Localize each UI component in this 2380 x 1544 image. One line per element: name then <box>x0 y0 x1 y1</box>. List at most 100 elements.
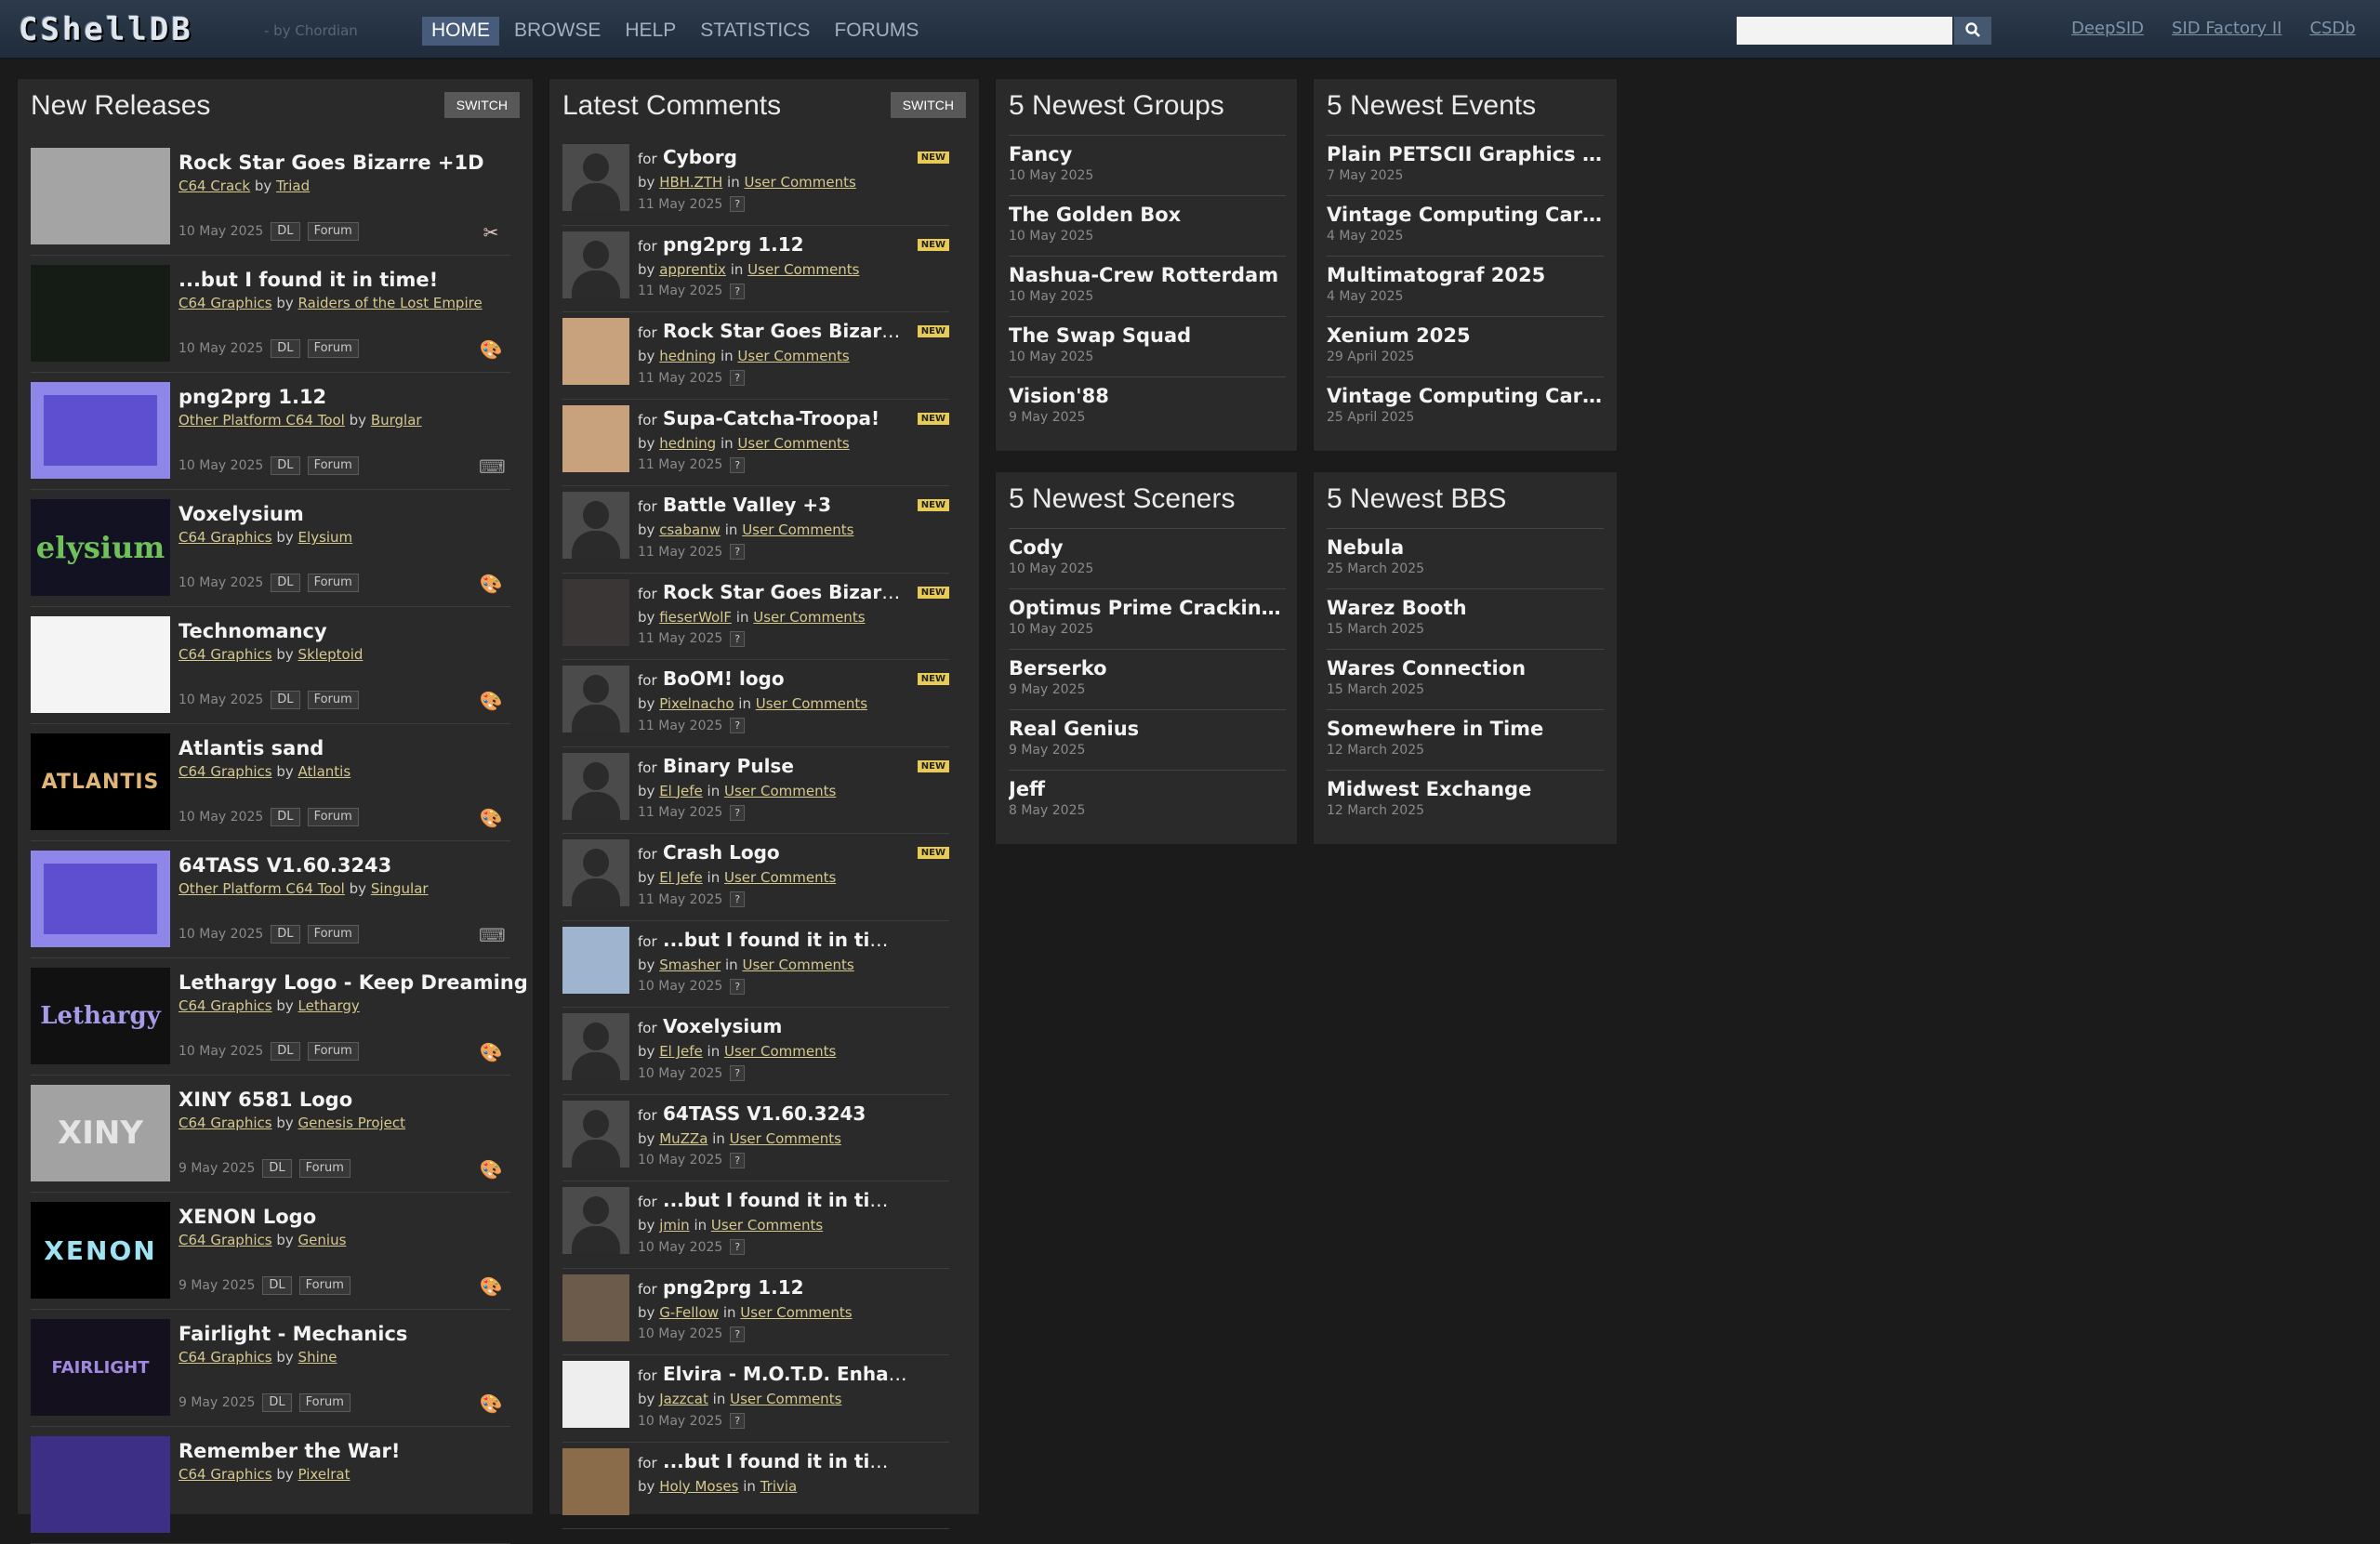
release-thumbnail[interactable]: Lethargy <box>31 968 170 1064</box>
release-category-link[interactable]: C64 Graphics <box>178 1349 272 1366</box>
release-thumbnail[interactable]: elysium <box>31 499 170 596</box>
help-button[interactable]: ? <box>730 283 746 299</box>
comment-user-link[interactable]: El Jefe <box>659 1043 703 1060</box>
release-group-link[interactable]: Raiders of the Lost Empire <box>298 295 483 311</box>
release-title[interactable]: 64TASS V1.60.3243 <box>178 854 391 877</box>
release-thumbnail[interactable] <box>31 1436 170 1533</box>
comment-source-link[interactable]: User Comments <box>742 957 853 973</box>
release-group-link[interactable]: Skleptoid <box>298 646 364 663</box>
link-deepsid[interactable]: DeepSID <box>2071 19 2144 38</box>
help-button[interactable]: ? <box>730 196 746 212</box>
release-category-link[interactable]: C64 Crack <box>178 178 250 194</box>
comment-user-link[interactable]: El Jefe <box>659 869 703 886</box>
comment-target-link[interactable]: png2prg 1.12 <box>663 233 804 256</box>
comment-user-link[interactable]: El Jefe <box>659 783 703 799</box>
comment-source-link[interactable]: User Comments <box>737 348 849 364</box>
item-name-link[interactable]: Vintage Computing Carint... <box>1327 385 1604 407</box>
comment-user-link[interactable]: HBH.ZTH <box>659 174 722 191</box>
item-name-link[interactable]: Optimus Prime Crackings <box>1009 597 1286 619</box>
release-thumbnail[interactable]: XENON <box>31 1202 170 1299</box>
avatar[interactable] <box>562 231 629 298</box>
help-button[interactable]: ? <box>730 978 746 995</box>
release-category-link[interactable]: C64 Graphics <box>178 646 272 663</box>
link-csdb[interactable]: CSDb <box>2309 19 2355 38</box>
comment-source-link[interactable]: User Comments <box>753 609 865 626</box>
comment-source-link[interactable]: User Comments <box>724 1043 836 1060</box>
help-button[interactable]: ? <box>730 544 746 560</box>
release-title[interactable]: Remember the War! <box>178 1440 400 1462</box>
help-button[interactable]: ? <box>730 630 746 647</box>
comment-source-link[interactable]: User Comments <box>740 1304 852 1321</box>
comment-user-link[interactable]: csabanw <box>659 521 721 538</box>
download-button[interactable]: DL <box>271 691 300 709</box>
release-thumbnail[interactable] <box>31 851 170 947</box>
release-title[interactable]: Lethargy Logo - Keep Dreaming <box>178 971 528 994</box>
comment-source-link[interactable]: User Comments <box>747 261 859 278</box>
download-button[interactable]: DL <box>271 925 300 944</box>
help-button[interactable]: ? <box>730 1065 746 1081</box>
release-thumbnail[interactable]: FAIRLIGHT <box>31 1319 170 1416</box>
comment-user-link[interactable]: fieserWolF <box>659 609 732 626</box>
comment-target-link[interactable]: ...but I found it in time! <box>663 1189 907 1211</box>
forum-button[interactable]: Forum <box>307 808 359 826</box>
release-thumbnail[interactable] <box>31 382 170 479</box>
release-category-link[interactable]: C64 Graphics <box>178 1466 272 1483</box>
nav-help[interactable]: HELP <box>615 17 685 46</box>
item-name-link[interactable]: Midwest Exchange <box>1327 778 1604 800</box>
comment-source-link[interactable]: User Comments <box>724 869 836 886</box>
download-button[interactable]: DL <box>271 574 300 592</box>
item-name-link[interactable]: Warez Booth <box>1327 597 1604 619</box>
avatar[interactable] <box>562 578 629 646</box>
help-button[interactable]: ? <box>730 1152 746 1168</box>
forum-button[interactable]: Forum <box>307 339 359 358</box>
item-name-link[interactable]: Berserko <box>1009 657 1286 680</box>
release-title[interactable]: Technomancy <box>178 620 327 642</box>
forum-button[interactable]: Forum <box>307 574 359 592</box>
release-title[interactable]: Voxelysium <box>178 503 304 525</box>
switch-button[interactable]: SWITCH <box>443 92 520 118</box>
switch-button[interactable]: SWITCH <box>890 92 966 118</box>
item-name-link[interactable]: Somewhere in Time <box>1327 718 1604 740</box>
comment-target-link[interactable]: Crash Logo <box>663 841 780 864</box>
release-title[interactable]: ...but I found it in time! <box>178 269 438 291</box>
comment-source-link[interactable]: User Comments <box>756 695 867 712</box>
release-title[interactable]: Fairlight - Mechanics <box>178 1323 407 1345</box>
comment-target-link[interactable]: Elvira - M.O.T.D. Enhanced +... <box>663 1363 907 1385</box>
forum-button[interactable]: Forum <box>298 1276 350 1295</box>
avatar[interactable] <box>562 1100 629 1168</box>
release-category-link[interactable]: C64 Graphics <box>178 763 272 780</box>
avatar[interactable] <box>562 752 629 820</box>
avatar[interactable] <box>562 666 629 732</box>
help-button[interactable]: ? <box>730 891 746 907</box>
avatar[interactable] <box>562 1187 629 1254</box>
avatar[interactable] <box>562 1273 629 1341</box>
comment-source-link[interactable]: User Comments <box>724 783 836 799</box>
site-logo[interactable]: CShellDB <box>19 11 193 48</box>
comment-user-link[interactable]: G-Fellow <box>659 1304 719 1321</box>
item-name-link[interactable]: Nebula <box>1327 536 1604 559</box>
release-category-link[interactable]: C64 Graphics <box>178 997 272 1014</box>
comment-user-link[interactable]: jmin <box>659 1217 689 1234</box>
comment-user-link[interactable]: hedning <box>659 348 716 364</box>
nav-forums[interactable]: FORUMS <box>825 17 928 46</box>
item-name-link[interactable]: The Golden Box <box>1009 204 1286 226</box>
help-button[interactable]: ? <box>730 1239 746 1255</box>
comment-source-link[interactable]: User Comments <box>730 1130 841 1147</box>
comment-source-link[interactable]: Trivia <box>760 1478 798 1495</box>
release-thumbnail[interactable] <box>31 148 170 244</box>
comment-user-link[interactable]: Smasher <box>659 957 721 973</box>
release-group-link[interactable]: Triad <box>276 178 310 194</box>
comment-target-link[interactable]: ...but I found it in time! <box>663 1450 907 1472</box>
comment-user-link[interactable]: hedning <box>659 435 716 452</box>
release-group-link[interactable]: Elysium <box>298 529 353 546</box>
forum-button[interactable]: Forum <box>307 925 359 944</box>
nav-home[interactable]: HOME <box>422 17 499 46</box>
download-button[interactable]: DL <box>271 456 300 475</box>
release-title[interactable]: Rock Star Goes Bizarre +1D <box>178 152 484 174</box>
avatar[interactable] <box>562 318 629 385</box>
comment-target-link[interactable]: Battle Valley +3 <box>663 494 831 516</box>
comment-user-link[interactable]: Holy Moses <box>659 1478 738 1495</box>
item-name-link[interactable]: Vintage Computing Carint... <box>1327 204 1604 226</box>
release-group-link[interactable]: Genesis Project <box>298 1115 405 1131</box>
release-group-link[interactable]: Lethargy <box>298 997 360 1014</box>
